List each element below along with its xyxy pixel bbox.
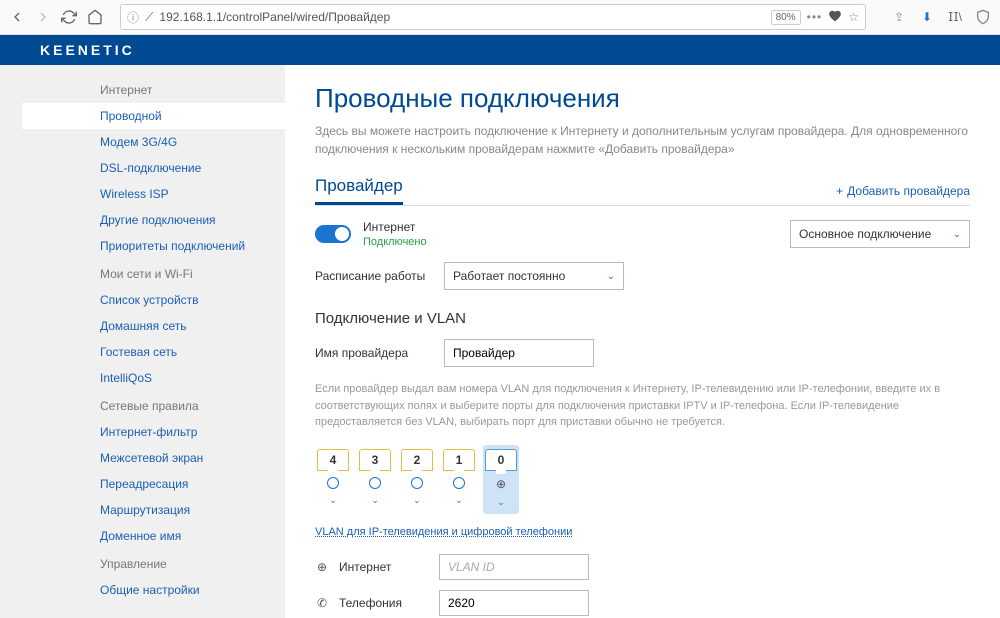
vlan-row: ✆ Телефония <box>315 590 970 616</box>
port-0[interactable]: 0 ⊕ ⌄ <box>483 445 519 514</box>
vlan-row: ⊕ Интернет <box>315 554 970 580</box>
vlan-label: Интернет <box>339 560 429 574</box>
ports-row: 4 ⌄3 ⌄2 ⌄1 ⌄0 ⊕ ⌄ <box>315 445 970 514</box>
sidebar-item[interactable]: Модем 3G/4G <box>22 129 285 155</box>
phone-icon: ✆ <box>315 596 329 610</box>
browser-toolbar: ⓘ ⟋ 80% ••• ☆ ⇪ ⬇ 𝖨𝖨\ <box>0 0 1000 35</box>
info-icon[interactable]: ⓘ <box>127 9 139 26</box>
page-title: Проводные подключения <box>315 83 970 114</box>
library-icon[interactable]: 𝖨𝖨\ <box>946 8 964 26</box>
port-radio[interactable] <box>453 477 465 489</box>
star-icon[interactable]: ☆ <box>848 10 859 24</box>
tab-provider[interactable]: Провайдер <box>315 176 403 205</box>
add-provider-button[interactable]: + Добавить провайдера <box>836 184 970 198</box>
chevron-down-icon: ⌄ <box>607 271 615 282</box>
port-2[interactable]: 2 ⌄ <box>399 445 435 514</box>
sidebar-item[interactable]: Общие настройки <box>22 577 285 603</box>
port-radio[interactable] <box>369 477 381 489</box>
connection-type-select[interactable]: Основное подключение ⌄ <box>790 220 970 248</box>
port-box: 2 <box>401 449 433 471</box>
pocket-icon[interactable] <box>828 9 842 26</box>
main-content: Проводные подключения Здесь вы можете на… <box>285 65 1000 618</box>
port-box: 4 <box>317 449 349 471</box>
app-header: KEENETIC <box>0 35 1000 65</box>
sidebar-group-title: Интернет <box>22 75 285 103</box>
sidebar: ИнтернетПроводнойМодем 3G/4GDSL-подключе… <box>0 65 285 618</box>
download-icon[interactable]: ⬇ <box>918 8 936 26</box>
sidebar-item[interactable]: Доменное имя <box>22 523 285 549</box>
chevron-down-icon: ⌄ <box>497 497 505 508</box>
sidebar-item[interactable]: Маршрутизация <box>22 497 285 523</box>
port-box: 1 <box>443 449 475 471</box>
vlan-hint: Если провайдер выдал вам номера VLAN для… <box>315 381 970 431</box>
sidebar-item[interactable]: Wireless ISP <box>22 181 285 207</box>
logo: KEENETIC <box>40 42 135 58</box>
page-subtitle: Здесь вы можете настроить подключение к … <box>315 122 970 158</box>
sidebar-item[interactable]: IntelliQoS <box>22 365 285 391</box>
vlan-input-phone[interactable] <box>439 590 589 616</box>
sidebar-item[interactable]: Межсетевой экран <box>22 445 285 471</box>
vlan-link[interactable]: VLAN для IP-телевидения и цифровой телеф… <box>315 526 572 538</box>
url-bar[interactable]: ⓘ ⟋ 80% ••• ☆ <box>120 4 866 30</box>
share-icon[interactable]: ⇪ <box>890 8 908 26</box>
home-icon[interactable] <box>86 8 104 26</box>
sidebar-item[interactable]: Интернет-фильтр <box>22 419 285 445</box>
shield-icon[interactable] <box>974 8 992 26</box>
sidebar-item[interactable]: Другие подключения <box>22 207 285 233</box>
port-3[interactable]: 3 ⌄ <box>357 445 393 514</box>
plus-icon: + <box>836 184 843 198</box>
sidebar-item[interactable]: Проводной <box>22 103 285 129</box>
sidebar-item[interactable]: Список устройств <box>22 287 285 313</box>
chevron-down-icon: ⌄ <box>953 229 961 240</box>
port-radio[interactable] <box>327 477 339 489</box>
provider-name-label: Имя провайдера <box>315 346 430 360</box>
port-1[interactable]: 1 ⌄ <box>441 445 477 514</box>
sidebar-group-title: Мои сети и Wi-Fi <box>22 259 285 287</box>
chevron-down-icon: ⌄ <box>413 495 421 506</box>
schedule-label: Расписание работы <box>315 269 430 283</box>
sidebar-item[interactable]: DSL-подключение <box>22 155 285 181</box>
chevron-down-icon: ⌄ <box>455 495 463 506</box>
port-4[interactable]: 4 ⌄ <box>315 445 351 514</box>
back-icon[interactable] <box>8 8 26 26</box>
internet-status: Интернет Подключено <box>363 220 427 248</box>
sidebar-item[interactable]: Гостевая сеть <box>22 339 285 365</box>
sidebar-item[interactable]: Переадресация <box>22 471 285 497</box>
chevron-down-icon: ⌄ <box>371 495 379 506</box>
vlan-input-globe[interactable] <box>439 554 589 580</box>
vlan-label: Телефония <box>339 596 429 610</box>
sidebar-item[interactable]: Приоритеты подключений <box>22 233 285 259</box>
globe-icon: ⊕ <box>496 477 506 491</box>
chevron-down-icon: ⌄ <box>329 495 337 506</box>
forward-icon[interactable] <box>34 8 52 26</box>
globe-icon: ⊕ <box>315 560 329 574</box>
reload-icon[interactable] <box>60 8 78 26</box>
schedule-select[interactable]: Работает постоянно ⌄ <box>444 262 624 290</box>
security-icon: ⟋ <box>145 10 153 25</box>
port-box: 0 <box>485 449 517 471</box>
section-vlan-title: Подключение и VLAN <box>315 310 970 327</box>
zoom-badge[interactable]: 80% <box>771 10 801 25</box>
sidebar-group-title: Управление <box>22 549 285 577</box>
url-input[interactable] <box>159 10 764 24</box>
more-icon[interactable]: ••• <box>807 10 823 24</box>
port-radio[interactable] <box>411 477 423 489</box>
internet-toggle[interactable] <box>315 225 351 243</box>
sidebar-group-title: Сетевые правила <box>22 391 285 419</box>
sidebar-item[interactable]: Домашняя сеть <box>22 313 285 339</box>
port-box: 3 <box>359 449 391 471</box>
provider-name-input[interactable] <box>444 339 594 367</box>
